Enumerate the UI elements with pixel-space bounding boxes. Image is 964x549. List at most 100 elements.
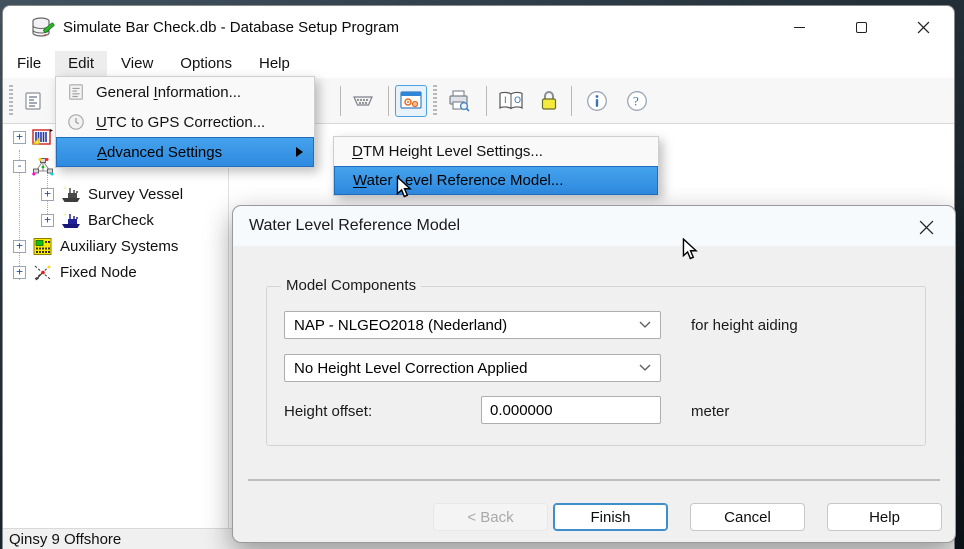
height-offset-label: Height offset: [284,403,372,420]
fixed-node-icon [32,263,54,282]
tree-item-objects[interactable]: - [13,157,60,176]
minimize-button[interactable] [768,6,830,49]
connector-icon [351,91,375,111]
mouse-cursor [396,176,412,200]
computation-setup-icon [400,91,422,111]
dialog-title: Water Level Reference Model [249,217,460,235]
print-preview-button[interactable] [443,85,475,117]
menu-item-dtm-height-level-settings[interactable]: DTM Height Level Settings... [334,137,658,166]
help-button-toolbar[interactable]: ? [621,85,653,117]
advanced-settings-submenu: DTM Height Level Settings... Water Level… [333,136,659,196]
expand-plus-icon[interactable]: + [41,188,54,201]
tree-item-raw-data[interactable]: + [13,128,60,147]
tree-label: BarCheck [88,212,154,229]
tree-label: Fixed Node [60,264,137,281]
question-icon: ? [626,90,648,112]
expand-plus-icon[interactable]: + [41,214,54,227]
height-offset-input[interactable]: 0.000000 [481,396,661,424]
maximize-icon [856,22,867,33]
cancel-button[interactable]: Cancel [690,503,805,531]
print-preview-icon [447,90,471,112]
expand-minus-icon[interactable]: - [13,160,26,173]
svg-text:O: O [514,96,521,106]
form-icon [23,91,43,111]
clock-icon [56,113,96,131]
toolbar-separator [571,86,572,116]
expand-plus-icon[interactable]: + [13,131,26,144]
menu-edit[interactable]: Edit [55,51,107,76]
toolbar-separator [486,86,487,116]
lock-icon [539,90,559,112]
window-controls [768,6,954,49]
toolbar-separator [340,86,341,116]
menu-item-utc-gps-correction[interactable]: UTC to GPS Correction... [56,107,314,137]
io-listing-icon: I O [498,91,524,111]
survey-vessel-icon [60,185,82,204]
edit-menu-dropdown: General Information... UTC to GPS Correc… [55,76,315,168]
raw-data-icon [32,128,54,147]
height-aiding-label: for height aiding [691,317,798,334]
tree-item-survey-vessel[interactable]: + Survey Vessel [41,185,183,204]
dialog-titlebar[interactable]: Water Level Reference Model [233,206,955,246]
lock-button[interactable] [533,85,565,117]
toolbar-separator [388,86,389,116]
desktop: Simulate Bar Check.db - Database Setup P… [0,0,964,549]
tree-item-auxiliary-systems[interactable]: + Auxiliary Systems [13,237,178,256]
height-model-combobox[interactable]: NAP - NLGEO2018 (Nederland) [284,311,661,339]
mouse-cursor [682,238,698,262]
info-icon [586,90,608,112]
menu-options[interactable]: Options [167,51,245,76]
tree-item-barcheck[interactable]: + BarCheck [41,211,154,230]
expand-plus-icon[interactable]: + [13,266,26,279]
height-offset-value: 0.000000 [490,402,553,419]
combobox-value: NAP - NLGEO2018 (Nederland) [294,317,507,334]
expand-plus-icon[interactable]: + [13,240,26,253]
statusbar-text: Qinsy 9 Offshore [9,531,121,548]
auxiliary-systems-icon [32,237,54,256]
menu-help[interactable]: Help [246,51,303,76]
titlebar[interactable]: Simulate Bar Check.db - Database Setup P… [3,6,954,49]
menu-item-advanced-settings[interactable]: Advanced Settings [56,137,314,167]
chevron-down-icon [639,364,651,372]
window-title: Simulate Bar Check.db - Database Setup P… [63,19,399,36]
menu-item-water-level-reference-model[interactable]: Water Level Reference Model... [334,166,658,195]
close-icon [917,21,930,34]
close-button[interactable] [892,6,954,49]
connector-button[interactable] [347,85,379,117]
groupbox-label: Model Components [281,277,421,294]
correction-combobox[interactable]: No Height Level Correction Applied [284,354,661,382]
database-app-icon [31,16,55,40]
submenu-arrow-icon [296,147,303,157]
dialog-close-button[interactable] [909,214,943,240]
svg-text:?: ? [633,94,639,109]
menubar: File Edit View Options Help [3,49,954,78]
svg-text:I: I [504,96,507,106]
menu-view[interactable]: View [108,51,166,76]
toolbar-grip[interactable] [433,85,437,117]
tree-label: Survey Vessel [88,186,183,203]
barcheck-vessel-icon [60,211,82,230]
dialog-separator [248,479,940,481]
meter-label: meter [691,403,729,420]
back-button[interactable]: < Back [433,503,548,531]
computation-setup-button[interactable] [395,85,427,117]
tree-item-fixed-node[interactable]: + Fixed Node [13,263,137,282]
menu-file[interactable]: File [4,51,54,76]
finish-button[interactable]: Finish [553,503,668,531]
io-listing-button[interactable]: I O [495,85,527,117]
tree-panel: + - [3,124,229,528]
object-network-icon [32,157,54,176]
minimize-icon [794,27,805,28]
close-icon [919,220,934,235]
chevron-down-icon [639,321,651,329]
info-button[interactable] [581,85,613,117]
toolbar-grip[interactable] [9,85,13,117]
maximize-button[interactable] [830,6,892,49]
menu-item-general-information[interactable]: General Information... [56,77,314,107]
form-icon [56,83,96,101]
water-level-reference-model-dialog: Water Level Reference Model Model Compon… [232,205,956,543]
tree-label: Auxiliary Systems [60,238,178,255]
help-button[interactable]: Help [827,503,942,531]
combobox-value: No Height Level Correction Applied [294,360,527,377]
form-button[interactable] [17,85,49,117]
